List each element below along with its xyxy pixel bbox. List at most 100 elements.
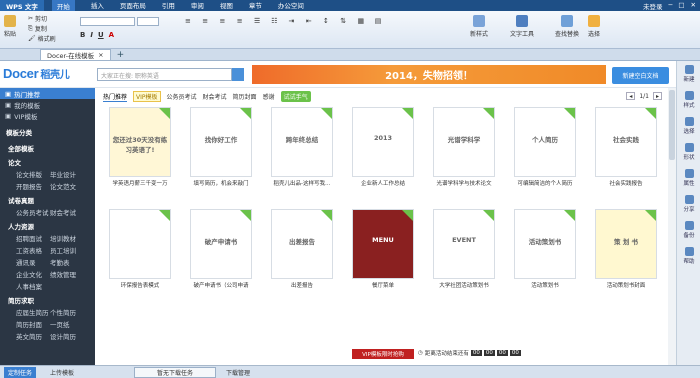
search-icon[interactable]: [232, 68, 244, 81]
font-name-field[interactable]: [80, 17, 135, 26]
italic-icon[interactable]: I: [90, 31, 93, 39]
custom-task-button[interactable]: 定制任务: [4, 366, 37, 378]
pane-select[interactable]: 选择: [679, 117, 699, 135]
maximize-icon[interactable]: □: [678, 1, 684, 11]
menu-home[interactable]: 开始: [51, 0, 75, 12]
template-thumbnail[interactable]: 策 划 书: [595, 209, 657, 279]
sort-icon[interactable]: ⇅: [340, 17, 355, 43]
sidebar-item-vip[interactable]: ▣ VIP模板: [0, 110, 95, 121]
next-page-icon[interactable]: ▸: [653, 92, 662, 100]
minimize-icon[interactable]: ─: [668, 1, 672, 11]
pane-property[interactable]: 属性: [679, 169, 699, 187]
template-thumbnail[interactable]: 破产申请书: [190, 209, 252, 279]
category-exam[interactable]: 试卷真题: [0, 192, 95, 206]
subcategory[interactable]: 论文范文: [50, 181, 84, 191]
template-card[interactable]: 找你好工作 填写简历，机会来敲门: [190, 107, 252, 187]
search-input[interactable]: 大家正在搜: 职称英语: [97, 68, 232, 81]
menu-view[interactable]: 视图: [220, 0, 233, 12]
find-replace-button[interactable]: 查找替换: [555, 15, 579, 38]
filter-hot[interactable]: 热门推荐: [103, 92, 128, 102]
subcategory[interactable]: 员工培训: [50, 245, 84, 255]
template-thumbnail[interactable]: 您还过30天没有练习英语了!: [109, 107, 171, 177]
border-icon[interactable]: ▦: [358, 17, 373, 43]
subcategory[interactable]: 培训教材: [50, 233, 84, 243]
cut-button[interactable]: ✂ 剪切: [28, 14, 47, 23]
subcategory[interactable]: 毕业设计: [50, 169, 84, 179]
template-thumbnail[interactable]: 个人简历: [514, 107, 576, 177]
new-style-button[interactable]: 新样式: [470, 15, 488, 38]
template-thumbnail[interactable]: 活动策划书: [514, 209, 576, 279]
filter-vip[interactable]: VIP模板: [133, 91, 161, 102]
filter-civil-exam[interactable]: 公务员考试: [167, 92, 197, 101]
category-thesis[interactable]: 论文: [0, 154, 95, 168]
underline-icon[interactable]: U: [98, 31, 104, 39]
tab-docer[interactable]: Docer-在线模板 ×: [40, 49, 111, 60]
indent-icon[interactable]: ⇥: [289, 17, 304, 43]
template-thumbnail[interactable]: 社会实践: [595, 107, 657, 177]
line-spacing-icon[interactable]: ↕: [323, 17, 338, 43]
pane-new[interactable]: 新建: [679, 65, 699, 83]
promo-banner[interactable]: 2014，失物招领！: [252, 65, 606, 84]
align-right-icon[interactable]: ≡: [220, 17, 235, 43]
paste-button[interactable]: 粘贴: [4, 15, 16, 38]
text-tools-button[interactable]: 文字工具: [510, 15, 534, 38]
category-all[interactable]: 全部模板: [0, 140, 95, 154]
template-card[interactable]: MENU 餐厅菜单: [352, 209, 414, 289]
subcategory[interactable]: 一页纸: [50, 319, 84, 329]
menu-insert[interactable]: 插入: [91, 0, 104, 12]
subcategory[interactable]: 财会考试: [50, 207, 84, 217]
close-icon[interactable]: ✕: [691, 1, 696, 11]
template-card[interactable]: 您还过30天没有练习英语了! 学英语月薪三千变一万: [109, 107, 171, 187]
subcategory[interactable]: 招聘面试: [16, 233, 50, 243]
subcategory[interactable]: 公务员考试: [16, 207, 50, 217]
subcategory[interactable]: 设计简历: [50, 331, 84, 341]
upload-template-button[interactable]: 上传模板: [50, 368, 74, 377]
template-thumbnail[interactable]: 出差报告: [271, 209, 333, 279]
close-tab-icon[interactable]: ×: [98, 51, 103, 59]
align-center-icon[interactable]: ≡: [202, 17, 217, 43]
filter-finance-exam[interactable]: 财会考试: [203, 92, 227, 101]
subcategory[interactable]: 应届生简历: [16, 307, 50, 317]
justify-icon[interactable]: ≡: [237, 17, 252, 43]
numbered-list-icon[interactable]: ☷: [271, 17, 286, 43]
font-size-field[interactable]: [137, 17, 159, 26]
template-card[interactable]: 光谱学科学 光谱学科学与技术论文: [433, 107, 495, 187]
filter-lucky[interactable]: 试试手气: [280, 91, 311, 102]
login-status[interactable]: 未登录: [643, 1, 663, 11]
menu-office-space[interactable]: 办公空间: [278, 0, 304, 12]
font-color-icon[interactable]: A: [109, 31, 114, 39]
subcategory[interactable]: 考勤表: [50, 257, 84, 267]
category-hr[interactable]: 人力资源: [0, 218, 95, 232]
pane-style[interactable]: 样式: [679, 91, 699, 109]
subcategory[interactable]: 开题报告: [16, 181, 50, 191]
sidebar-item-my-templates[interactable]: ▣ 我的模板: [0, 99, 95, 110]
outdent-icon[interactable]: ⇤: [306, 17, 321, 43]
template-card[interactable]: 社会实践 社会实践报告: [595, 107, 657, 187]
pane-share[interactable]: 分享: [679, 195, 699, 213]
template-card[interactable]: 环保报告表模式: [109, 209, 171, 289]
template-card[interactable]: 跨年终总结 稻壳儿出品-这样写我…: [271, 107, 333, 187]
app-menu-button[interactable]: WPS 文字: [0, 0, 44, 11]
select-button[interactable]: 选择: [588, 15, 600, 38]
menu-review[interactable]: 审阅: [191, 0, 204, 12]
template-thumbnail[interactable]: MENU: [352, 209, 414, 279]
filter-thanks[interactable]: 感谢: [263, 92, 275, 101]
filter-resume-cover[interactable]: 简历封面: [233, 92, 257, 101]
subcategory[interactable]: 简历封面: [16, 319, 50, 329]
template-card[interactable]: 破产申请书 破产申请书（公司申请: [190, 209, 252, 289]
menu-reference[interactable]: 引用: [162, 0, 175, 12]
menu-layout[interactable]: 页面布局: [120, 0, 146, 12]
prev-page-icon[interactable]: ◂: [626, 92, 636, 100]
template-thumbnail[interactable]: 光谱学科学: [433, 107, 495, 177]
subcategory[interactable]: 论文排版: [16, 169, 50, 179]
shading-icon[interactable]: ▤: [375, 17, 390, 43]
subcategory[interactable]: 绩效管理: [50, 269, 84, 279]
download-manager-button[interactable]: 下载管理: [226, 368, 250, 377]
menu-chapter[interactable]: 章节: [249, 0, 262, 12]
template-thumbnail[interactable]: 找你好工作: [190, 107, 252, 177]
subcategory[interactable]: 个性简历: [50, 307, 84, 317]
new-tab-icon[interactable]: +: [117, 50, 125, 60]
template-card[interactable]: 个人简历 可编辑简洁的个人简历: [514, 107, 576, 187]
template-thumbnail[interactable]: 跨年终总结: [271, 107, 333, 177]
sidebar-item-hot[interactable]: ▣ 热门推荐: [0, 88, 95, 99]
